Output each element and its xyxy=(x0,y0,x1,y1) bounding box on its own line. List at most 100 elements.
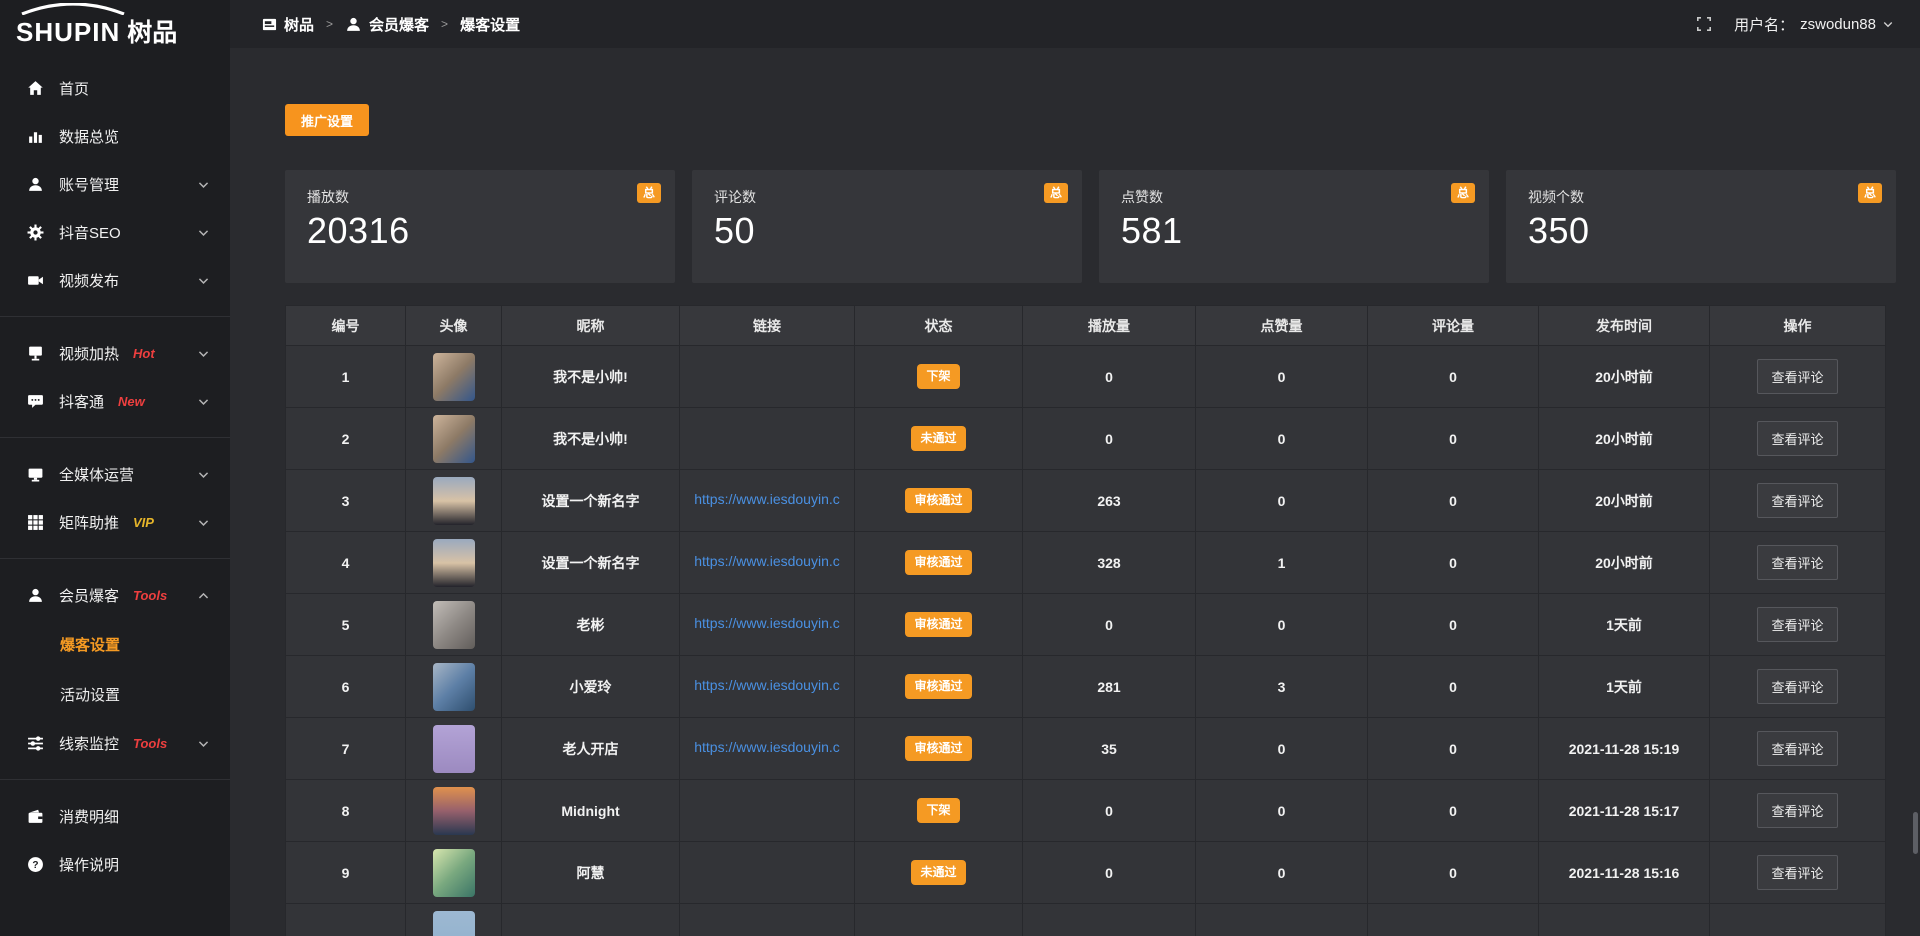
avatar xyxy=(433,663,475,711)
sidebar-item-tag: Tools xyxy=(133,588,167,603)
table-row: 1我不是小帅!下架00020小时前查看评论 xyxy=(286,346,1886,408)
cell-avatar xyxy=(406,408,502,470)
sidebar-item-doukotong[interactable]: 抖客通New xyxy=(0,377,230,425)
view-comments-button[interactable]: 查看评论 xyxy=(1757,669,1837,704)
cell-time: 2021-11-28 15:16 xyxy=(1539,842,1710,904)
sidebar-item-label: 数据总览 xyxy=(59,126,119,147)
cell-time: 1天前 xyxy=(1539,594,1710,656)
sidebar-item-account-management[interactable]: 账号管理 xyxy=(0,160,230,208)
view-comments-button[interactable]: 查看评论 xyxy=(1757,421,1837,456)
table-row: 5老彬https://www.iesdouyin.c审核通过0001天前查看评论 xyxy=(286,594,1886,656)
breadcrumb-item[interactable]: 树品 xyxy=(262,14,314,35)
sidebar-item-member-baoke[interactable]: 会员爆客 Tools xyxy=(0,571,230,619)
screen-icon xyxy=(26,344,44,362)
cell-number: 2 xyxy=(286,408,406,470)
column-header: 操作 xyxy=(1710,306,1886,346)
view-comments-button[interactable]: 查看评论 xyxy=(1757,545,1837,580)
sidebar-divider xyxy=(0,558,230,559)
fullscreen-icon[interactable] xyxy=(1696,16,1712,32)
breadcrumb-label: 树品 xyxy=(284,14,314,35)
breadcrumb-item[interactable]: 爆客设置 xyxy=(460,14,520,35)
cell-action: 查看评论 xyxy=(1710,532,1886,594)
stat-card-label: 视频个数 xyxy=(1528,187,1874,207)
view-comments-button[interactable]: 查看评论 xyxy=(1757,483,1837,518)
video-link[interactable]: https://www.iesdouyin.c xyxy=(694,491,840,507)
cell-comments: 0 xyxy=(1368,656,1539,718)
sidebar-item-label: 首页 xyxy=(59,78,89,99)
cell-comments xyxy=(1368,904,1539,936)
cell-number: 5 xyxy=(286,594,406,656)
sidebar-item-tag: Tools xyxy=(133,736,167,751)
chat-icon xyxy=(26,392,44,410)
table-row xyxy=(286,904,1886,936)
app-logo[interactable]: SHUPIN树品 xyxy=(0,0,230,52)
cell-avatar xyxy=(406,904,502,936)
cell-likes: 0 xyxy=(1196,470,1368,532)
cell-comments: 0 xyxy=(1368,594,1539,656)
cell-avatar xyxy=(406,532,502,594)
cell-action: 查看评论 xyxy=(1710,718,1886,780)
status-badge: 审核通过 xyxy=(905,550,971,574)
sidebar-item-home[interactable]: 首页 xyxy=(0,64,230,112)
sidebar-item-video-heat[interactable]: 视频加热 Hot xyxy=(0,329,230,377)
sidebar-item-video-publish[interactable]: 视频发布 xyxy=(0,256,230,304)
column-header: 点赞量 xyxy=(1196,306,1368,346)
chevron-down-icon xyxy=(197,274,210,287)
sidebar-item-consumption-detail[interactable]: 消费明细 xyxy=(0,792,230,840)
cell-likes: 3 xyxy=(1196,656,1368,718)
chevron-down-icon xyxy=(197,347,210,360)
video-link[interactable]: https://www.iesdouyin.c xyxy=(694,553,840,569)
cell-number xyxy=(286,904,406,936)
cell-nickname: 老人开店 xyxy=(502,718,680,780)
avatar xyxy=(433,601,475,649)
cell-nickname: 我不是小帅! xyxy=(502,408,680,470)
view-comments-button[interactable]: 查看评论 xyxy=(1757,793,1837,828)
avatar xyxy=(433,725,475,773)
cell-action: 查看评论 xyxy=(1710,842,1886,904)
sidebar-item-operation-guide[interactable]: ? 操作说明 xyxy=(0,840,230,888)
status-badge: 未通过 xyxy=(911,426,965,450)
cell-plays: 281 xyxy=(1023,656,1196,718)
video-link[interactable]: https://www.iesdouyin.c xyxy=(694,739,840,755)
promo-settings-button[interactable]: 推广设置 xyxy=(285,104,369,136)
stat-card-total-badge: 总 xyxy=(637,183,661,203)
view-comments-button[interactable]: 查看评论 xyxy=(1757,359,1837,394)
sidebar-subitem-activity-settings[interactable]: 活动设置 xyxy=(0,669,230,719)
sidebar-item-label: 会员爆客 xyxy=(59,585,119,606)
view-comments-button[interactable]: 查看评论 xyxy=(1757,607,1837,642)
question-icon: ? xyxy=(26,855,44,873)
sidebar-item-clue-monitor[interactable]: 线索监控Tools xyxy=(0,719,230,767)
chevron-down-icon xyxy=(197,737,210,750)
sidebar-item-label: 操作说明 xyxy=(59,854,119,875)
video-link[interactable]: https://www.iesdouyin.c xyxy=(694,615,840,631)
stat-card-total-badge: 总 xyxy=(1858,183,1882,203)
cell-comments: 0 xyxy=(1368,780,1539,842)
view-comments-button[interactable]: 查看评论 xyxy=(1757,731,1837,766)
sidebar-item-matrix-boost[interactable]: 矩阵助推VIP xyxy=(0,498,230,546)
cell-status: 下架 xyxy=(855,780,1023,842)
view-comments-button[interactable]: 查看评论 xyxy=(1757,855,1837,890)
sidebar-item-label: 视频加热 xyxy=(59,343,119,364)
logo-text-en: SHUPIN xyxy=(16,17,120,47)
topbar: 树品>会员爆客>爆客设置 用户名：zswodun88 xyxy=(230,0,1920,48)
status-badge: 审核通过 xyxy=(905,612,971,636)
sidebar-divider xyxy=(0,779,230,780)
cell-plays: 0 xyxy=(1023,842,1196,904)
cell-comments: 0 xyxy=(1368,532,1539,594)
sidebar-item-data-overview[interactable]: 数据总览 xyxy=(0,112,230,160)
chevron-down-icon xyxy=(197,395,210,408)
status-badge: 审核通过 xyxy=(905,674,971,698)
sidebar-item-douyin-seo[interactable]: 抖音SEO xyxy=(0,208,230,256)
user-menu[interactable]: 用户名：zswodun88 xyxy=(1734,14,1894,35)
logo-arc-icon xyxy=(18,3,128,15)
scrollbar-thumb[interactable] xyxy=(1913,812,1918,854)
cell-nickname: 设置一个新名字 xyxy=(502,470,680,532)
breadcrumb-item[interactable]: 会员爆客 xyxy=(345,14,429,35)
sidebar-item-all-media-operation[interactable]: 全媒体运营 xyxy=(0,450,230,498)
sidebar-item-tag: Hot xyxy=(133,346,155,361)
sidebar-subitem-baoke-settings[interactable]: 爆客设置 xyxy=(0,619,230,669)
cell-status: 审核通过 xyxy=(855,656,1023,718)
cell-likes: 0 xyxy=(1196,346,1368,408)
sidebar: SHUPIN树品 首页数据总览账号管理抖音SEO视频发布视频加热 Hot 抖客通Ne… xyxy=(0,0,230,936)
video-link[interactable]: https://www.iesdouyin.c xyxy=(694,677,840,693)
